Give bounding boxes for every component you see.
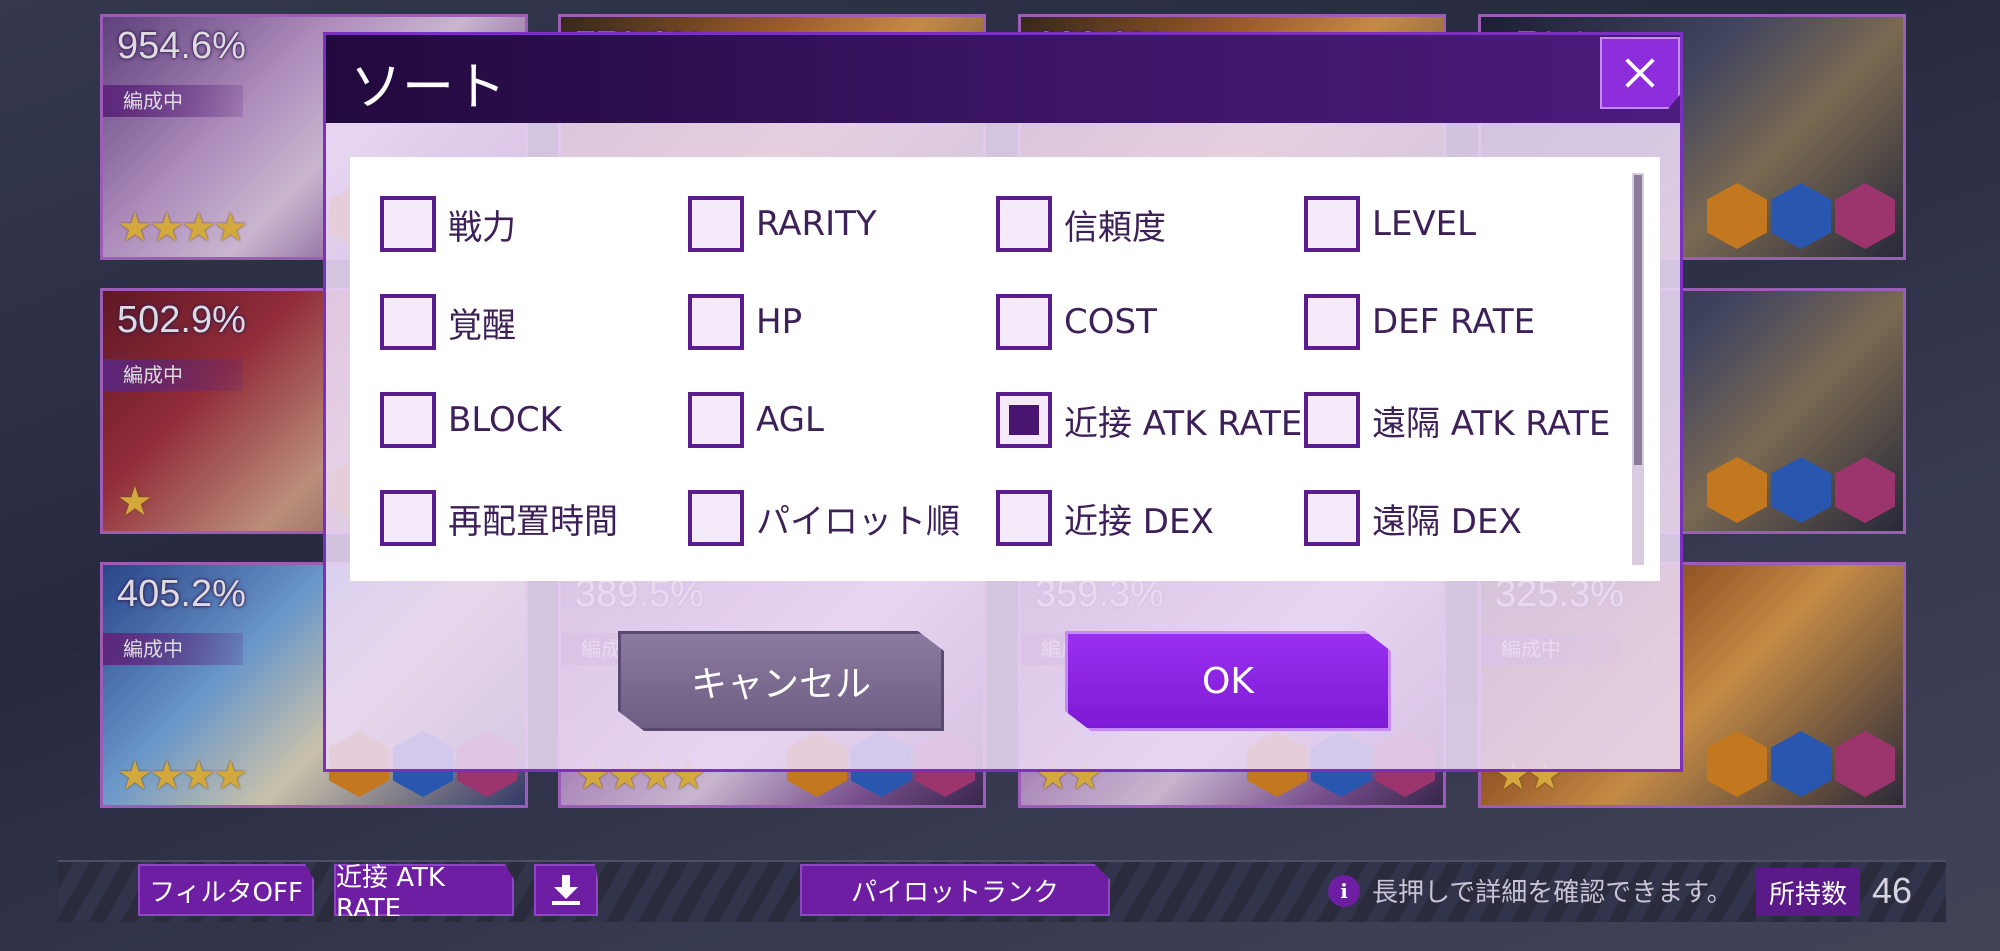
sort-option-label: パイロット順 xyxy=(756,501,960,542)
sort-option-label: 近接 DEX xyxy=(1064,501,1214,542)
sort-option[interactable]: 遠隔 ATK RATE xyxy=(1304,391,1610,449)
sort-option-label: 覚醒 xyxy=(448,305,516,346)
info-icon: i xyxy=(1328,874,1360,907)
sort-option[interactable]: LEVEL xyxy=(1304,195,1476,253)
sort-checkbox[interactable] xyxy=(996,392,1052,448)
sort-modal: ソート 戦力 RARITY 信頼度 LEVEL 覚醒 HP COST DEF RATE BLOC… xyxy=(323,32,1683,772)
hint-text: i 長押しで詳細を確認できます。 xyxy=(1328,872,1733,909)
sort-option-label: BLOCK xyxy=(448,400,562,440)
sort-checkbox[interactable] xyxy=(1304,392,1360,448)
sort-option-label: 遠隔 DEX xyxy=(1372,501,1522,542)
sort-checkbox[interactable] xyxy=(688,392,744,448)
pilot-rank-button[interactable]: パイロットランク xyxy=(800,864,1110,916)
sort-button[interactable]: 近接 ATK RATE xyxy=(334,864,514,916)
sort-option[interactable]: 覚醒 xyxy=(380,293,516,351)
sort-checkbox[interactable] xyxy=(1304,490,1360,546)
sort-option-label: 再配置時間 xyxy=(448,501,618,542)
close-button[interactable] xyxy=(1600,37,1680,109)
sort-option-label: 遠隔 ATK RATE xyxy=(1372,403,1611,444)
sort-checkbox[interactable] xyxy=(688,490,744,546)
sort-option[interactable]: 信頼度 xyxy=(996,195,1166,253)
owned-count-label: 所持数 xyxy=(1756,868,1860,916)
owned-count-value: 46 xyxy=(1872,870,1913,911)
sort-option[interactable]: 近接 DEX xyxy=(996,489,1214,547)
sort-option[interactable]: 戦力 xyxy=(380,195,516,253)
sort-checkbox[interactable] xyxy=(996,490,1052,546)
modal-header: ソート xyxy=(326,35,1680,123)
sort-option-label: DEF RATE xyxy=(1372,302,1536,342)
sort-option-label: AGL xyxy=(756,400,824,440)
sort-checkbox[interactable] xyxy=(688,196,744,252)
sort-checkbox[interactable] xyxy=(380,490,436,546)
sort-option-label: 信頼度 xyxy=(1064,207,1166,248)
sort-checkbox[interactable] xyxy=(996,196,1052,252)
hint-label: 長押しで詳細を確認できます。 xyxy=(1372,878,1733,908)
sort-checkbox[interactable] xyxy=(996,294,1052,350)
sort-option[interactable]: BLOCK xyxy=(380,391,562,449)
cancel-button[interactable]: キャンセル xyxy=(618,631,944,731)
sort-checkbox[interactable] xyxy=(1304,196,1360,252)
ok-button[interactable]: OK xyxy=(1065,631,1391,731)
sort-option-label: HP xyxy=(756,302,803,342)
sort-option-label: COST xyxy=(1064,302,1157,342)
scrollbar-thumb[interactable] xyxy=(1634,175,1642,465)
sort-option[interactable]: 近接 ATK RATE xyxy=(996,391,1302,449)
sort-option-label: LEVEL xyxy=(1372,204,1477,244)
sort-option-label: 近接 ATK RATE xyxy=(1064,403,1303,444)
sort-option-label: RARITY xyxy=(756,204,877,244)
sort-option[interactable]: パイロット順 xyxy=(688,489,960,547)
sort-checkbox[interactable] xyxy=(1304,294,1360,350)
sort-option[interactable]: HP xyxy=(688,293,802,351)
sort-option[interactable]: RARITY xyxy=(688,195,877,253)
modal-title: ソート xyxy=(350,58,507,118)
bottom-toolbar: フィルタOFF 近接 ATK RATE パイロットランク i 長押しで詳細を確認… xyxy=(58,860,1946,922)
sort-option[interactable]: DEF RATE xyxy=(1304,293,1535,351)
sort-option[interactable]: AGL xyxy=(688,391,824,449)
sort-option[interactable]: 再配置時間 xyxy=(380,489,618,547)
sort-option[interactable]: 遠隔 DEX xyxy=(1304,489,1522,547)
close-icon xyxy=(1625,58,1655,88)
filter-button[interactable]: フィルタOFF xyxy=(138,864,314,916)
sort-checkbox[interactable] xyxy=(380,392,436,448)
sort-checkbox[interactable] xyxy=(380,196,436,252)
sort-order-button[interactable] xyxy=(534,864,598,916)
sort-option-label: 戦力 xyxy=(448,207,516,248)
download-icon xyxy=(552,875,580,905)
sort-checkbox[interactable] xyxy=(688,294,744,350)
sort-option[interactable]: COST xyxy=(996,293,1157,351)
sort-options-panel: 戦力 RARITY 信頼度 LEVEL 覚醒 HP COST DEF RATE BLOCK AGL… xyxy=(350,157,1660,581)
options-scrollbar[interactable] xyxy=(1632,173,1644,565)
sort-checkbox[interactable] xyxy=(380,294,436,350)
